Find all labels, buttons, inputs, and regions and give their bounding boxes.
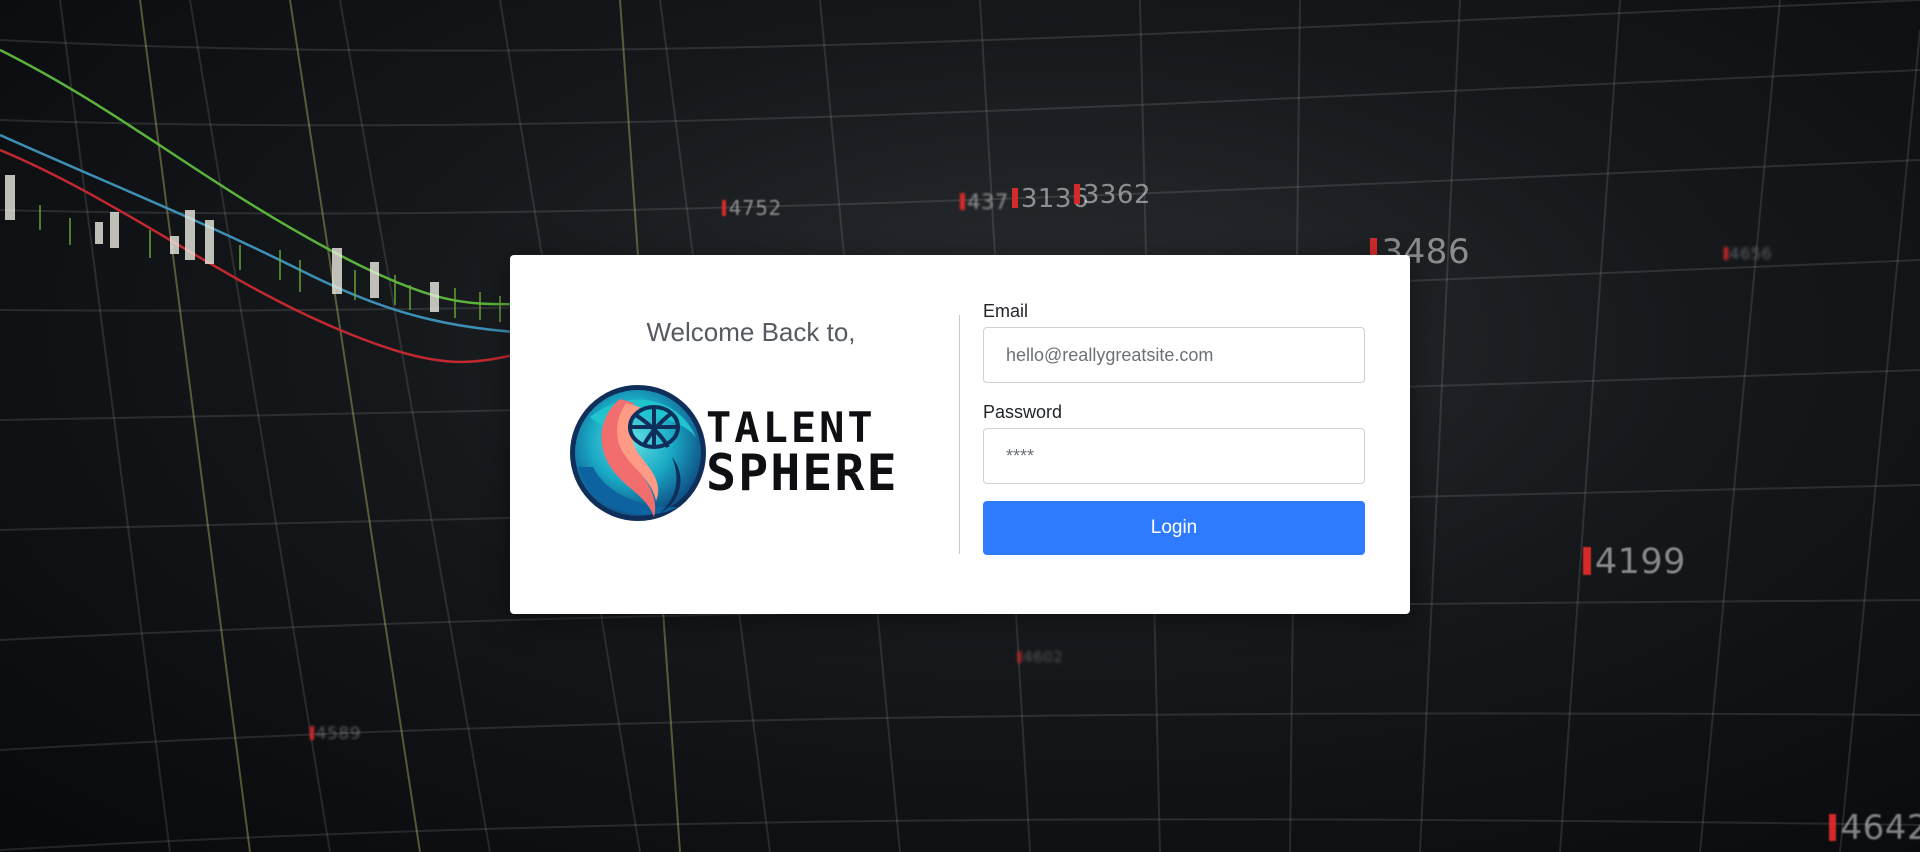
sphere-icon bbox=[570, 385, 706, 521]
ticker-value: 4602 bbox=[1018, 648, 1063, 666]
brand-name-line2: SPHERE bbox=[706, 444, 899, 502]
email-field[interactable] bbox=[983, 327, 1365, 383]
login-button[interactable]: Login bbox=[983, 501, 1365, 555]
ticker-value: 4199 bbox=[1583, 542, 1686, 582]
brand-name-line1: TALENT bbox=[706, 403, 876, 452]
ticker-value: 4656 bbox=[1724, 244, 1772, 263]
email-label: Email bbox=[983, 301, 1029, 321]
brand-panel: Welcome Back to, TALENT SPHERE bbox=[510, 255, 960, 614]
ticker-value: 4642 bbox=[1829, 808, 1920, 848]
password-label: Password bbox=[983, 402, 1063, 422]
login-form: Email Password Login bbox=[983, 301, 1365, 555]
ticker-value: 4752 bbox=[722, 196, 782, 220]
login-card: Welcome Back to, TALENT SPHERE Email hel… bbox=[510, 255, 1410, 614]
ticker-value: 4589 bbox=[310, 724, 361, 744]
ticker-value: 437 bbox=[960, 190, 1009, 214]
welcome-heading: Welcome Back to, bbox=[646, 317, 856, 347]
panel-divider bbox=[959, 315, 960, 554]
ticker-value: 3362 bbox=[1074, 180, 1151, 210]
password-field[interactable] bbox=[983, 428, 1365, 484]
talent-sphere-logo: TALENT SPHERE bbox=[568, 377, 928, 527]
